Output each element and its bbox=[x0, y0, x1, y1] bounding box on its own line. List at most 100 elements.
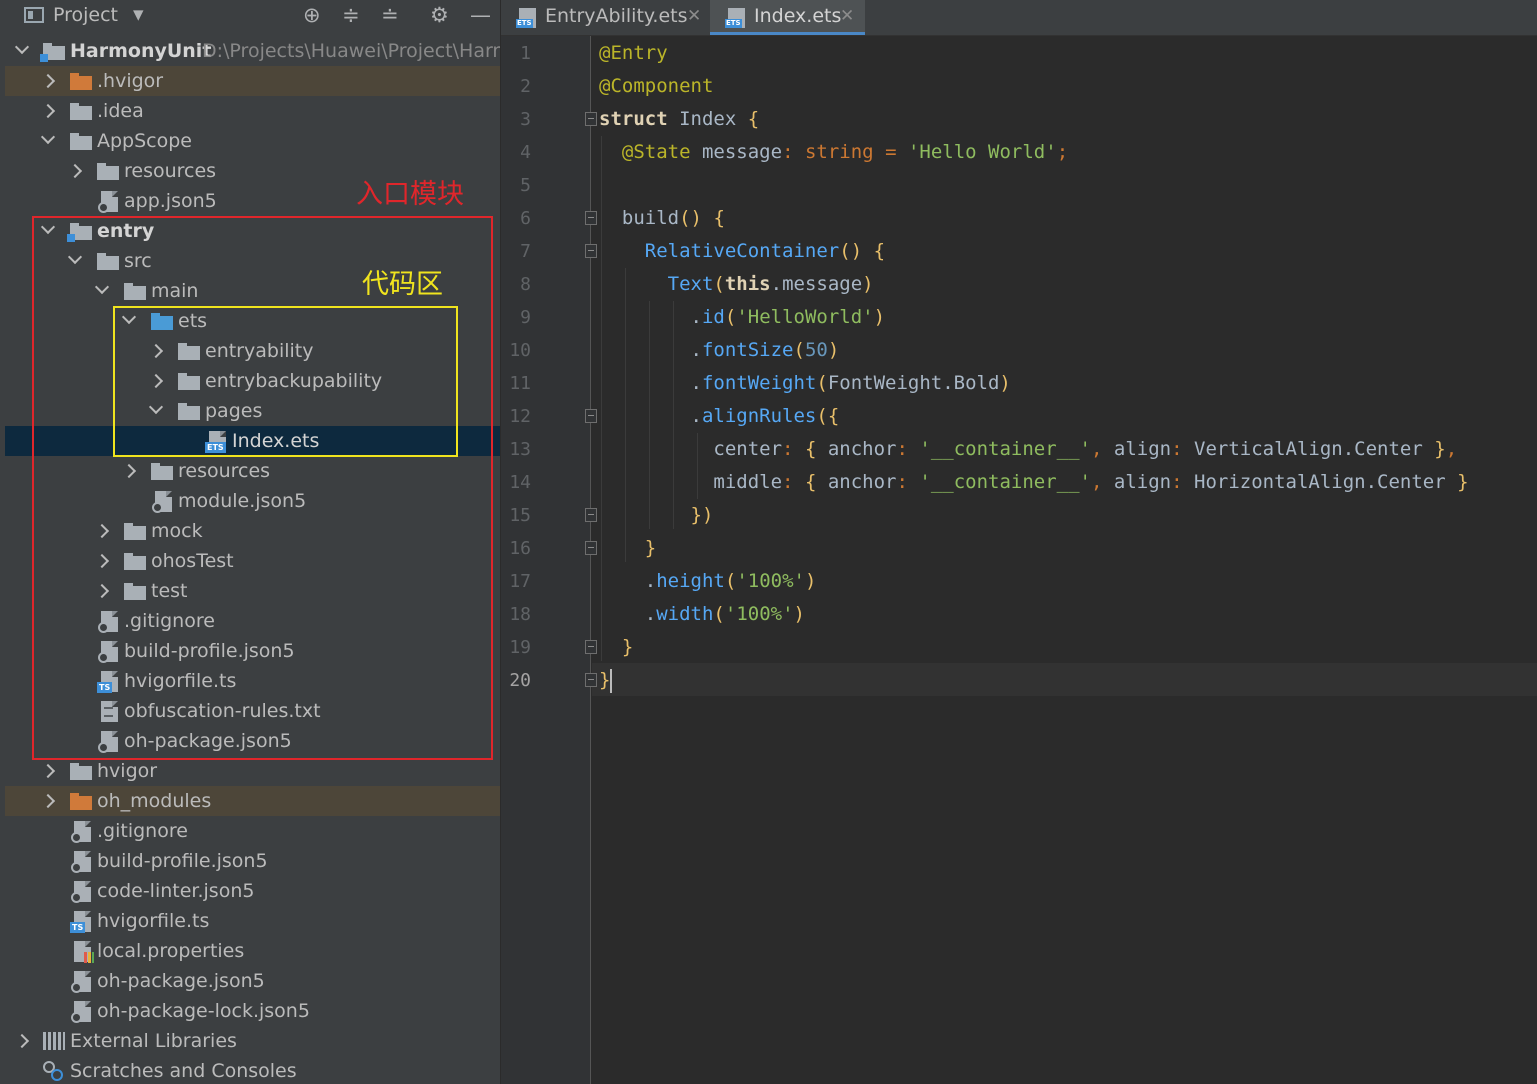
chevron-right-icon[interactable] bbox=[40, 763, 56, 779]
tab-index[interactable]: ETS Index.ets ✕ bbox=[710, 0, 865, 35]
tree-label: build-profile.json5 bbox=[97, 850, 268, 872]
gutter-border bbox=[590, 36, 591, 1084]
tree-item-scratches[interactable]: Scratches and Consoles bbox=[5, 1056, 500, 1084]
ets-file-icon: ETS bbox=[516, 8, 536, 28]
chevron-right-icon[interactable] bbox=[40, 103, 56, 119]
json-file-icon bbox=[98, 191, 118, 213]
code-line[interactable]: .width('100%') bbox=[599, 598, 805, 631]
locate-icon[interactable]: ⊕ bbox=[303, 3, 321, 27]
folder-icon bbox=[97, 163, 119, 180]
expand-all-icon[interactable]: ≑ bbox=[342, 3, 360, 27]
code-line[interactable]: middle: { anchor: '__container__', align… bbox=[599, 466, 1468, 499]
tree-item-hvigorfile-root[interactable]: TS hvigorfile.ts bbox=[5, 906, 500, 936]
fold-icon[interactable] bbox=[585, 112, 597, 126]
tree-label: code-linter.json5 bbox=[97, 880, 255, 902]
fold-icon[interactable] bbox=[585, 640, 597, 654]
chevron-right-icon[interactable] bbox=[40, 793, 56, 809]
code-line[interactable]: build() { bbox=[599, 202, 725, 235]
tab-label: EntryAbility.ets bbox=[545, 5, 688, 27]
code-line[interactable]: center: { anchor: '__container__', align… bbox=[599, 433, 1457, 466]
folder-icon bbox=[70, 73, 92, 90]
close-icon[interactable]: ✕ bbox=[687, 0, 701, 32]
collapse-all-icon[interactable]: ≐ bbox=[381, 3, 399, 27]
line-number: 20 bbox=[509, 670, 531, 691]
tree-root-harmonyunit[interactable]: HarmonyUnit D:\Projects\Huawei\Project\H… bbox=[5, 36, 500, 66]
code-line[interactable]: struct Index { bbox=[599, 103, 759, 136]
line-number: 16 bbox=[509, 538, 531, 559]
chevron-right-icon[interactable] bbox=[67, 163, 83, 179]
properties-file-icon bbox=[74, 941, 94, 963]
tree-item-appscope[interactable]: AppScope bbox=[5, 126, 500, 156]
folder-icon bbox=[70, 103, 92, 120]
line-number: 7 bbox=[520, 241, 531, 262]
project-view-selector[interactable]: Project bbox=[53, 4, 118, 26]
minimize-icon[interactable]: — bbox=[470, 3, 491, 27]
code-line[interactable]: Text(this.message) bbox=[599, 268, 874, 301]
tree-item-local-properties[interactable]: local.properties bbox=[5, 936, 500, 966]
tree-label: Scratches and Consoles bbox=[70, 1060, 297, 1082]
tree-item-idea[interactable]: .idea bbox=[5, 96, 500, 126]
tree-label: .hvigor bbox=[97, 70, 164, 92]
code-line[interactable]: .fontSize(50) bbox=[599, 334, 840, 367]
fold-icon[interactable] bbox=[585, 541, 597, 555]
entry-module-annotation: 入口模块 bbox=[356, 179, 464, 210]
line-number: 13 bbox=[509, 439, 531, 460]
ignore-file-icon bbox=[71, 821, 91, 843]
code-line[interactable]: .fontWeight(FontWeight.Bold) bbox=[599, 367, 1011, 400]
fold-icon[interactable] bbox=[585, 673, 597, 687]
tree-item-hvigor-dir[interactable]: .hvigor bbox=[5, 66, 500, 96]
code-line[interactable]: .height('100%') bbox=[599, 565, 817, 598]
fold-icon[interactable] bbox=[585, 211, 597, 225]
line-number: 10 bbox=[509, 340, 531, 361]
line-number: 19 bbox=[509, 637, 531, 658]
tree-label: app.json5 bbox=[124, 190, 217, 212]
tree-label: oh-package-lock.json5 bbox=[97, 1000, 310, 1022]
json-file-icon bbox=[71, 971, 91, 993]
library-icon bbox=[43, 1032, 65, 1050]
tree-label: .idea bbox=[97, 100, 144, 122]
code-area-annotation: 代码区 bbox=[362, 269, 443, 300]
code-line[interactable]: } bbox=[599, 532, 656, 565]
tree-item-external-libraries[interactable]: External Libraries bbox=[5, 1026, 500, 1056]
chevron-down-icon[interactable] bbox=[40, 129, 56, 145]
gear-icon[interactable]: ⚙ bbox=[430, 3, 449, 27]
code-line[interactable]: @Component bbox=[599, 70, 713, 103]
tree-item-oh-package-root[interactable]: oh-package.json5 bbox=[5, 966, 500, 996]
code-line[interactable]: } bbox=[599, 664, 613, 697]
fold-icon[interactable] bbox=[585, 508, 597, 522]
chevron-down-icon[interactable] bbox=[14, 39, 30, 55]
code-line[interactable]: @Entry bbox=[599, 37, 668, 70]
line-gutter: 1 2 3 4 5 6 7 8 9 10 11 12 13 14 15 16 1… bbox=[501, 36, 591, 1084]
tree-item-hvigor[interactable]: hvigor bbox=[5, 756, 500, 786]
tree-item-code-linter[interactable]: code-linter.json5 bbox=[5, 876, 500, 906]
tree-item-oh-package-lock[interactable]: oh-package-lock.json5 bbox=[5, 996, 500, 1026]
line-number: 15 bbox=[509, 505, 531, 526]
tree-item-build-profile-root[interactable]: build-profile.json5 bbox=[5, 846, 500, 876]
tab-entryability[interactable]: ETS EntryAbility.ets ✕ bbox=[501, 0, 709, 35]
project-header: Project ▾ ⊕ ≑ ≐ ⚙ — bbox=[0, 0, 500, 33]
code-line[interactable]: .alignRules({ bbox=[599, 400, 840, 433]
code-line[interactable]: RelativeContainer() { bbox=[599, 235, 885, 268]
tree-item-gitignore-root[interactable]: .gitignore bbox=[5, 816, 500, 846]
module-folder-icon bbox=[40, 43, 65, 62]
code-line[interactable]: @State message: string = 'Hello World'; bbox=[599, 136, 1068, 169]
project-path: D:\Projects\Huawei\Project\Harmo bbox=[202, 40, 500, 62]
line-number: 2 bbox=[520, 76, 531, 97]
fold-icon[interactable] bbox=[585, 409, 597, 423]
code-line[interactable]: } bbox=[599, 631, 633, 664]
chevron-right-icon[interactable] bbox=[14, 1033, 30, 1049]
close-icon[interactable]: ✕ bbox=[840, 0, 854, 32]
code-editor[interactable]: 1 2 3 4 5 6 7 8 9 10 11 12 13 14 15 16 1… bbox=[501, 36, 1537, 1084]
code-line[interactable]: }) bbox=[599, 499, 714, 532]
code-line[interactable]: .id('HelloWorld') bbox=[599, 301, 886, 334]
tree-item-oh-modules[interactable]: oh_modules bbox=[5, 786, 500, 816]
tree-label: AppScope bbox=[97, 130, 192, 152]
chevron-down-icon[interactable]: ▾ bbox=[133, 2, 144, 26]
current-line-highlight bbox=[592, 663, 1537, 696]
line-number: 8 bbox=[520, 274, 531, 295]
folder-icon bbox=[70, 793, 92, 810]
fold-icon[interactable] bbox=[585, 244, 597, 258]
line-number: 12 bbox=[509, 406, 531, 427]
json-file-icon bbox=[71, 881, 91, 903]
chevron-right-icon[interactable] bbox=[40, 73, 56, 89]
